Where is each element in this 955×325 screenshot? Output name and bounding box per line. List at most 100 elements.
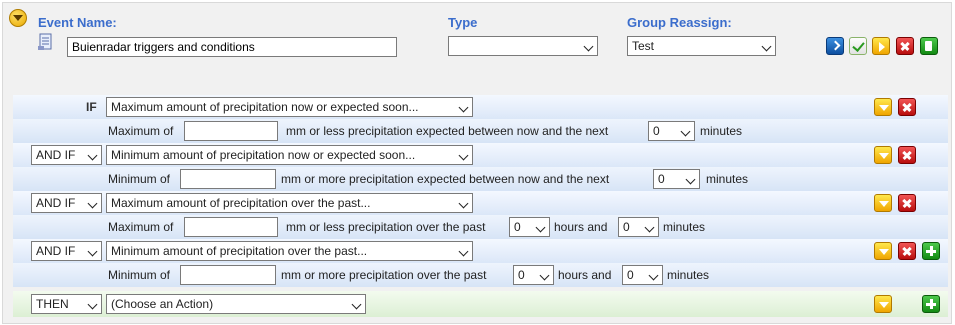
logic-select-value: AND IF bbox=[36, 244, 76, 258]
detail-post-text: minutes bbox=[700, 124, 743, 138]
plus-icon[interactable] bbox=[922, 242, 940, 260]
chevron-down-icon[interactable] bbox=[9, 9, 27, 27]
close-icon[interactable] bbox=[898, 146, 916, 164]
type-label: Type bbox=[448, 15, 478, 30]
detail-mid-text: mm or more precipitation expected betwee… bbox=[281, 172, 610, 186]
chevron-down-icon bbox=[644, 222, 655, 233]
event-panel: Event Name: Type Group Reassign: Test IF… bbox=[2, 2, 952, 324]
close-icon[interactable] bbox=[896, 37, 914, 55]
condition-row: IF Maximum amount of precipitation now o… bbox=[13, 95, 948, 119]
event-name-input[interactable] bbox=[67, 37, 397, 57]
chevron-down-icon bbox=[458, 198, 469, 209]
condition-select[interactable]: Maximum amount of precipitation over the… bbox=[106, 193, 473, 213]
chevron-down-icon bbox=[685, 174, 696, 185]
chevron-down-icon bbox=[458, 150, 469, 161]
chevron-down-icon bbox=[535, 222, 546, 233]
chevron-down-icon bbox=[87, 246, 98, 257]
minutes-select-value: 0 bbox=[658, 172, 665, 186]
condition-row: AND IF Minimum amount of precipitation n… bbox=[13, 143, 948, 167]
condition-select-value: Minimum amount of precipitation over the… bbox=[111, 244, 368, 258]
chevron-down-icon bbox=[539, 270, 550, 281]
detail-pre-text: Minimum of bbox=[108, 172, 171, 186]
hours-label: hours and bbox=[554, 220, 608, 234]
chevron-down-icon bbox=[351, 299, 362, 310]
checkmark-icon[interactable] bbox=[849, 37, 867, 55]
move-down-icon[interactable] bbox=[874, 146, 892, 164]
document-icon bbox=[38, 33, 52, 50]
arrow-right-icon[interactable] bbox=[826, 37, 844, 55]
condition-select[interactable]: Minimum amount of precipitation now or e… bbox=[106, 145, 473, 165]
action-row: THEN (Choose an Action) bbox=[13, 291, 948, 317]
close-icon[interactable] bbox=[898, 98, 916, 116]
plus-icon[interactable] bbox=[922, 295, 940, 313]
detail-mid-text: mm or more precipitation over the past bbox=[281, 268, 487, 282]
minutes-select[interactable]: 0 bbox=[648, 121, 695, 141]
condition-select-value: Minimum amount of precipitation now or e… bbox=[111, 148, 416, 162]
condition-detail-row: Maximum of mm or less precipitation over… bbox=[13, 215, 948, 239]
chevron-down-icon bbox=[458, 246, 469, 257]
type-select[interactable] bbox=[448, 36, 598, 56]
play-icon[interactable] bbox=[872, 37, 890, 55]
condition-detail-row: Minimum of mm or more precipitation expe… bbox=[13, 167, 948, 191]
amount-input[interactable] bbox=[180, 265, 276, 285]
detail-pre-text: Maximum of bbox=[108, 220, 174, 234]
action-select[interactable]: (Choose an Action) bbox=[106, 294, 366, 314]
chevron-down-icon bbox=[583, 41, 594, 52]
logic-select[interactable]: AND IF bbox=[31, 193, 102, 213]
detail-post-text: minutes bbox=[663, 220, 706, 234]
minutes-select-value: 0 bbox=[653, 124, 660, 138]
chevron-down-icon bbox=[648, 270, 659, 281]
detail-mid-text: mm or less precipitation over the past bbox=[286, 220, 486, 234]
condition-select[interactable]: Maximum amount of precipitation now or e… bbox=[106, 97, 473, 117]
minutes-select[interactable]: 0 bbox=[618, 217, 659, 237]
detail-mid-text: mm or less precipitation expected betwee… bbox=[286, 124, 609, 138]
group-reassign-label: Group Reassign: bbox=[627, 15, 732, 30]
close-icon[interactable] bbox=[898, 242, 916, 260]
move-down-icon[interactable] bbox=[874, 194, 892, 212]
minutes-select[interactable]: 0 bbox=[622, 265, 663, 285]
condition-row: AND IF Minimum amount of precipitation o… bbox=[13, 239, 948, 263]
detail-post-text: minutes bbox=[667, 268, 710, 282]
hours-select-value: 0 bbox=[514, 220, 521, 234]
condition-select[interactable]: Minimum amount of precipitation over the… bbox=[106, 241, 473, 261]
chevron-down-icon bbox=[761, 41, 772, 52]
logic-select-value: AND IF bbox=[36, 148, 76, 162]
amount-input[interactable] bbox=[180, 169, 276, 189]
detail-pre-text: Minimum of bbox=[108, 268, 171, 282]
chevron-down-icon bbox=[458, 102, 469, 113]
hours-label: hours and bbox=[558, 268, 612, 282]
action-select-value: (Choose an Action) bbox=[111, 297, 214, 311]
condition-select-value: Maximum amount of precipitation over the… bbox=[111, 196, 371, 210]
if-label: IF bbox=[86, 100, 97, 114]
export-icon[interactable] bbox=[920, 37, 938, 55]
move-down-icon[interactable] bbox=[874, 242, 892, 260]
hours-select-value: 0 bbox=[518, 268, 525, 282]
minutes-select[interactable]: 0 bbox=[653, 169, 700, 189]
group-reassign-select[interactable]: Test bbox=[627, 36, 776, 56]
amount-input[interactable] bbox=[184, 121, 278, 141]
detail-post-text: minutes bbox=[706, 172, 749, 186]
event-name-label: Event Name: bbox=[38, 15, 117, 30]
condition-select-value: Maximum amount of precipitation now or e… bbox=[111, 100, 419, 114]
chevron-down-icon bbox=[87, 150, 98, 161]
minutes-select-value: 0 bbox=[623, 220, 630, 234]
close-icon[interactable] bbox=[898, 194, 916, 212]
hours-select[interactable]: 0 bbox=[513, 265, 554, 285]
logic-select-value: AND IF bbox=[36, 196, 76, 210]
amount-input[interactable] bbox=[184, 217, 278, 237]
detail-pre-text: Maximum of bbox=[108, 124, 174, 138]
chevron-down-icon bbox=[680, 126, 691, 137]
then-select[interactable]: THEN bbox=[31, 294, 102, 314]
logic-select[interactable]: AND IF bbox=[31, 241, 102, 261]
move-down-icon[interactable] bbox=[874, 295, 892, 313]
minutes-select-value: 0 bbox=[627, 268, 634, 282]
group-reassign-value: Test bbox=[632, 39, 655, 53]
condition-detail-row: Minimum of mm or more precipitation over… bbox=[13, 263, 948, 287]
logic-select[interactable]: AND IF bbox=[31, 145, 102, 165]
event-header: Event Name: Type Group Reassign: Test bbox=[3, 3, 951, 73]
then-select-value: THEN bbox=[36, 297, 69, 311]
chevron-down-icon bbox=[87, 299, 98, 310]
move-down-icon[interactable] bbox=[874, 98, 892, 116]
condition-detail-row: Maximum of mm or less precipitation expe… bbox=[13, 119, 948, 143]
hours-select[interactable]: 0 bbox=[509, 217, 550, 237]
